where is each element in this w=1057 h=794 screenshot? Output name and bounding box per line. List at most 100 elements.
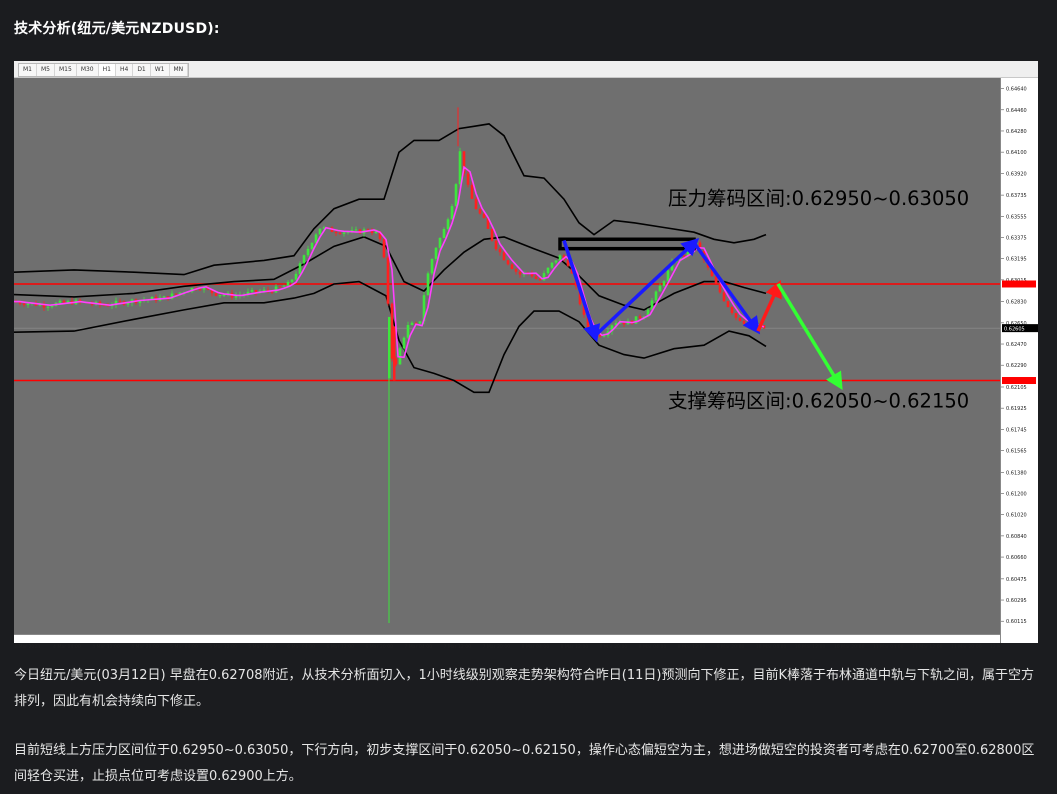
price-tick-label: 0.61565 bbox=[1006, 449, 1027, 455]
time-tick-label: 10 Mar 20:00 bbox=[834, 644, 865, 650]
time-tick-label: 10 Mar 12:00 bbox=[795, 644, 826, 650]
candle-body bbox=[442, 228, 446, 238]
candle-body bbox=[162, 296, 166, 298]
candle-body bbox=[450, 206, 454, 220]
candle-body bbox=[490, 228, 494, 241]
candle-body bbox=[430, 258, 434, 274]
price-tick-label: 0.63375 bbox=[1006, 235, 1027, 241]
candle-body bbox=[250, 289, 254, 292]
price-tick-label: 0.60660 bbox=[1006, 555, 1027, 561]
candle-body bbox=[550, 262, 554, 268]
time-tick-label: 9 Mar 04:00 bbox=[639, 644, 667, 650]
candle-body bbox=[410, 322, 414, 326]
candle-body bbox=[722, 292, 726, 302]
price-tick-label: 0.60295 bbox=[1006, 598, 1027, 604]
timeframe-button-h4[interactable]: H4 bbox=[116, 64, 134, 76]
time-tick-label: 4 Mar 2024 bbox=[14, 644, 40, 650]
candle-body bbox=[298, 263, 302, 274]
timeframe-button-group: M1 M5 M15 M30 H1 H4 D1 W1 MN bbox=[18, 63, 190, 77]
candle-body bbox=[730, 307, 734, 314]
time-tick-label: 4 Mar 20:00 bbox=[131, 644, 159, 650]
time-tick-label: 7 Mar 20:00 bbox=[482, 644, 510, 650]
time-tick-label: 6 Mar 12:00 bbox=[326, 644, 354, 650]
candle-body bbox=[470, 184, 474, 199]
candle-body bbox=[310, 242, 314, 249]
timeframe-button-m30[interactable]: M30 bbox=[77, 64, 99, 76]
price-axis-svg: 0.64640 0.64460 0.64280 0.64100 0.63920 0.637… bbox=[1001, 87, 1038, 625]
candle-body bbox=[510, 264, 514, 269]
candle-body bbox=[290, 279, 294, 282]
price-tick-label: 0.61745 bbox=[1006, 427, 1027, 433]
timeframe-button-h1[interactable]: H1 bbox=[98, 64, 116, 76]
price-tick-label: 0.64640 bbox=[1006, 87, 1027, 93]
red-arrow-up bbox=[756, 279, 782, 332]
timeframe-button-w1[interactable]: W1 bbox=[151, 64, 170, 76]
time-tick-label: 5 Mar 20:00 bbox=[248, 644, 276, 650]
candle-body bbox=[22, 303, 26, 306]
candle-body bbox=[454, 184, 458, 207]
candle-body bbox=[546, 267, 550, 274]
timeframe-button-m1[interactable]: M1 bbox=[19, 64, 37, 76]
time-tick-label: 5 Mar 04:00 bbox=[170, 644, 198, 650]
time-tick-label: 9 Mar 20:00 bbox=[717, 644, 745, 650]
candle-body bbox=[370, 231, 374, 234]
time-axis: 4 Mar 2024 4 Mar 04:00 4 Mar 12:00 4 Mar 20… bbox=[14, 634, 1021, 650]
candle-body bbox=[334, 232, 338, 234]
timeframe-button-m5[interactable]: M5 bbox=[37, 64, 55, 76]
candle-body bbox=[26, 303, 30, 306]
blue-arrow-up bbox=[593, 237, 700, 338]
price-tick-label: 0.62470 bbox=[1006, 342, 1027, 348]
time-tick-label: 7 Mar 12:00 bbox=[443, 644, 471, 650]
time-tick-label: 8 Mar 12:00 bbox=[561, 644, 589, 650]
candle-body bbox=[438, 237, 442, 248]
chart-plot-area[interactable]: 压力筹码区间:0.62950~0.63050 支撑筹码区间:0.62050~0.6… bbox=[13, 78, 1000, 634]
support-zone-label: 支撑筹码区间:0.62050~0.62150 bbox=[668, 390, 969, 413]
candle-body bbox=[498, 249, 502, 253]
candle-body bbox=[402, 337, 406, 349]
candle-body bbox=[174, 293, 178, 295]
candle-body bbox=[282, 285, 286, 287]
candle-body bbox=[406, 325, 410, 338]
candle-body bbox=[474, 198, 478, 210]
price-tick-label: 0.64100 bbox=[1006, 150, 1027, 156]
timeframe-button-m15[interactable]: M15 bbox=[55, 64, 77, 76]
candle-body bbox=[534, 276, 538, 280]
candles bbox=[14, 107, 766, 623]
price-tick-label: 0.61925 bbox=[1006, 406, 1027, 412]
candle-body bbox=[342, 232, 346, 234]
price-chart: M1 M5 M15 M30 H1 H4 D1 W1 MN 压力筹码区间:0.62950~0.63… bbox=[13, 61, 1038, 650]
candle-body bbox=[390, 303, 394, 359]
timeframe-button-d1[interactable]: D1 bbox=[133, 64, 151, 76]
candle-body bbox=[662, 281, 666, 286]
time-tick-label: 11 Mar 04:00 bbox=[873, 644, 904, 650]
candle-body bbox=[494, 240, 498, 250]
price-axis: 0.64640 0.64460 0.64280 0.64100 0.63920 0.637… bbox=[1000, 78, 1038, 643]
time-tick-label: 9 Mar 12:00 bbox=[678, 644, 706, 650]
time-tick-label: 11 Mar 20:00 bbox=[951, 644, 982, 650]
time-tick-label: 10 Mar 04:00 bbox=[756, 644, 787, 650]
candle-body bbox=[554, 260, 558, 263]
analysis-paragraph-2: 目前短线上方压力区间位于0.62950~0.63050，下行方向，初步支撑区间于… bbox=[14, 743, 1035, 784]
candle-body bbox=[278, 286, 282, 288]
price-tick-label: 0.61200 bbox=[1006, 492, 1027, 498]
time-tick-label: 4 Mar 12:00 bbox=[92, 644, 120, 650]
candle-body bbox=[302, 255, 306, 264]
price-tick-label: 0.62830 bbox=[1006, 300, 1027, 306]
candle-body bbox=[734, 313, 738, 318]
time-tick-label: 5 Mar 12:00 bbox=[209, 644, 237, 650]
candle-body bbox=[478, 209, 482, 214]
candle-body bbox=[118, 300, 122, 302]
price-tick-label: 0.63195 bbox=[1006, 257, 1027, 263]
time-tick-label: 6 Mar 20:00 bbox=[365, 644, 393, 650]
price-tick-label: 0.60115 bbox=[1006, 619, 1027, 625]
time-tick-label: 8 Mar 04:00 bbox=[522, 644, 550, 650]
candle-body bbox=[558, 255, 562, 261]
candle-body bbox=[58, 300, 62, 303]
candle-body bbox=[682, 255, 686, 257]
candle-body bbox=[198, 289, 202, 291]
time-tick-label: 12 Mar 04:00 bbox=[990, 644, 1000, 650]
candle-spike-body bbox=[393, 326, 396, 381]
candle-body bbox=[514, 268, 518, 272]
candle-body bbox=[638, 316, 642, 319]
timeframe-button-mn[interactable]: MN bbox=[170, 64, 189, 76]
